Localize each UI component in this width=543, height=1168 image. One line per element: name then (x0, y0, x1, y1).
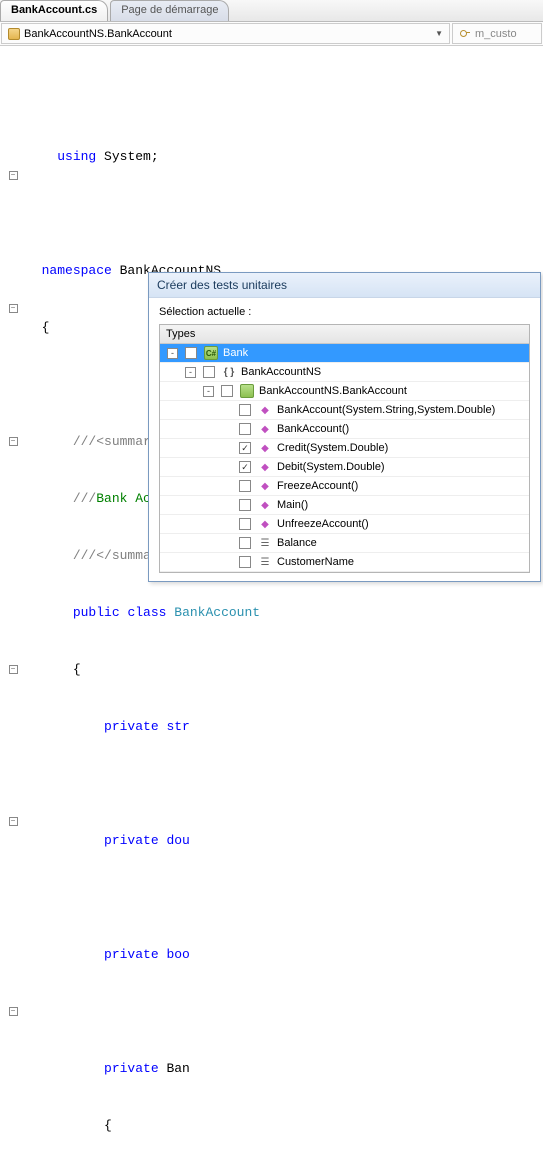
tree-row[interactable]: ◆UnfreezeAccount() (160, 515, 529, 534)
checkbox[interactable]: ✓ (239, 442, 251, 454)
create-unit-tests-dialog: Créer des tests unitaires Sélection actu… (148, 272, 541, 582)
expand-toggle (221, 557, 232, 568)
checkbox[interactable] (221, 385, 233, 397)
expand-toggle (221, 500, 232, 511)
tree-row[interactable]: - C#Bank (160, 344, 529, 363)
class-icon (240, 384, 254, 398)
tree-row-label: Debit(System.Double) (275, 461, 385, 473)
expand-toggle (221, 481, 232, 492)
nav-bar: BankAccountNS.BankAccount ▼ m_custo (0, 22, 543, 46)
method-icon: ◆ (258, 460, 272, 474)
expand-toggle (221, 462, 232, 473)
method-icon: ◆ (258, 517, 272, 531)
tree-row[interactable]: ☰Balance (160, 534, 529, 553)
expand-toggle[interactable]: - (167, 348, 178, 359)
checkbox[interactable]: ✓ (239, 461, 251, 473)
tree-row-label: Main() (275, 499, 308, 511)
tree-row-label: Bank (221, 347, 248, 359)
expand-toggle (221, 443, 232, 454)
checkbox[interactable] (185, 347, 197, 359)
expand-toggle (221, 538, 232, 549)
checkbox[interactable] (239, 404, 251, 416)
expand-toggle (221, 405, 232, 416)
expand-toggle[interactable]: - (185, 367, 196, 378)
checkbox[interactable] (203, 366, 215, 378)
selection-label: Sélection actuelle : (159, 306, 530, 318)
checkbox[interactable] (239, 537, 251, 549)
method-icon: ◆ (258, 403, 272, 417)
member-label: m_custo (475, 28, 517, 40)
fold-toggle[interactable]: − (9, 817, 18, 826)
code-content: using System; namespace BankAccountNS { … (26, 109, 543, 1168)
tree-row-label: Credit(System.Double) (275, 442, 388, 454)
tree-row[interactable]: ◆Main() (160, 496, 529, 515)
tree-row[interactable]: ◆BankAccount() (160, 420, 529, 439)
tree-row[interactable]: ☰CustomerName (160, 553, 529, 572)
tree-row-label: UnfreezeAccount() (275, 518, 369, 530)
outline-gutter: − − − − − − (6, 52, 20, 1135)
method-icon: ◆ (258, 441, 272, 455)
tree-row-label: BankAccount(System.String,System.Double) (275, 404, 495, 416)
expand-toggle (221, 424, 232, 435)
tree-row[interactable]: ◆FreezeAccount() (160, 477, 529, 496)
member-dropdown[interactable]: m_custo (452, 23, 542, 44)
method-icon: ◆ (258, 498, 272, 512)
tab-start-page[interactable]: Page de démarrage (110, 0, 229, 21)
expand-toggle (221, 519, 232, 530)
tree-row-label: BankAccountNS (239, 366, 321, 378)
tab-bar: BankAccount.cs Page de démarrage (0, 0, 543, 22)
checkbox[interactable] (239, 556, 251, 568)
tree-row[interactable]: - { }BankAccountNS (160, 363, 529, 382)
types-header: Types (160, 325, 529, 344)
property-icon: ☰ (258, 536, 272, 550)
tree-row-label: FreezeAccount() (275, 480, 358, 492)
fold-toggle[interactable]: − (9, 665, 18, 674)
checkbox[interactable] (239, 423, 251, 435)
method-icon: ◆ (258, 479, 272, 493)
chevron-down-icon: ▼ (435, 29, 443, 38)
tree-row-label: BankAccountNS.BankAccount (257, 385, 407, 397)
types-tree: Types -C#Bank-{ }BankAccountNS-BankAccou… (159, 324, 530, 573)
scope-label: BankAccountNS.BankAccount (24, 28, 172, 40)
tree-row[interactable]: ✓ ◆Credit(System.Double) (160, 439, 529, 458)
tree-row[interactable]: - BankAccountNS.BankAccount (160, 382, 529, 401)
namespace-icon: { } (222, 365, 236, 379)
code-editor[interactable]: − − − − − − using System; namespace Bank… (0, 46, 543, 1168)
csharp-icon: C# (204, 346, 218, 360)
fold-toggle[interactable]: − (9, 437, 18, 446)
checkbox[interactable] (239, 480, 251, 492)
fold-toggle[interactable]: − (9, 304, 18, 313)
class-icon (8, 28, 20, 40)
tree-row-label: Balance (275, 537, 317, 549)
tab-bankaccount[interactable]: BankAccount.cs (0, 0, 108, 21)
scope-dropdown[interactable]: BankAccountNS.BankAccount ▼ (1, 23, 450, 44)
tree-row[interactable]: ✓ ◆Debit(System.Double) (160, 458, 529, 477)
property-icon: ☰ (258, 555, 272, 569)
field-icon (459, 28, 471, 40)
expand-toggle[interactable]: - (203, 386, 214, 397)
checkbox[interactable] (239, 518, 251, 530)
fold-toggle[interactable]: − (9, 1007, 18, 1016)
dialog-title: Créer des tests unitaires (149, 273, 540, 298)
method-icon: ◆ (258, 422, 272, 436)
checkbox[interactable] (239, 499, 251, 511)
tree-row[interactable]: ◆BankAccount(System.String,System.Double… (160, 401, 529, 420)
tree-row-label: CustomerName (275, 556, 354, 568)
tree-row-label: BankAccount() (275, 423, 349, 435)
fold-toggle[interactable]: − (9, 171, 18, 180)
